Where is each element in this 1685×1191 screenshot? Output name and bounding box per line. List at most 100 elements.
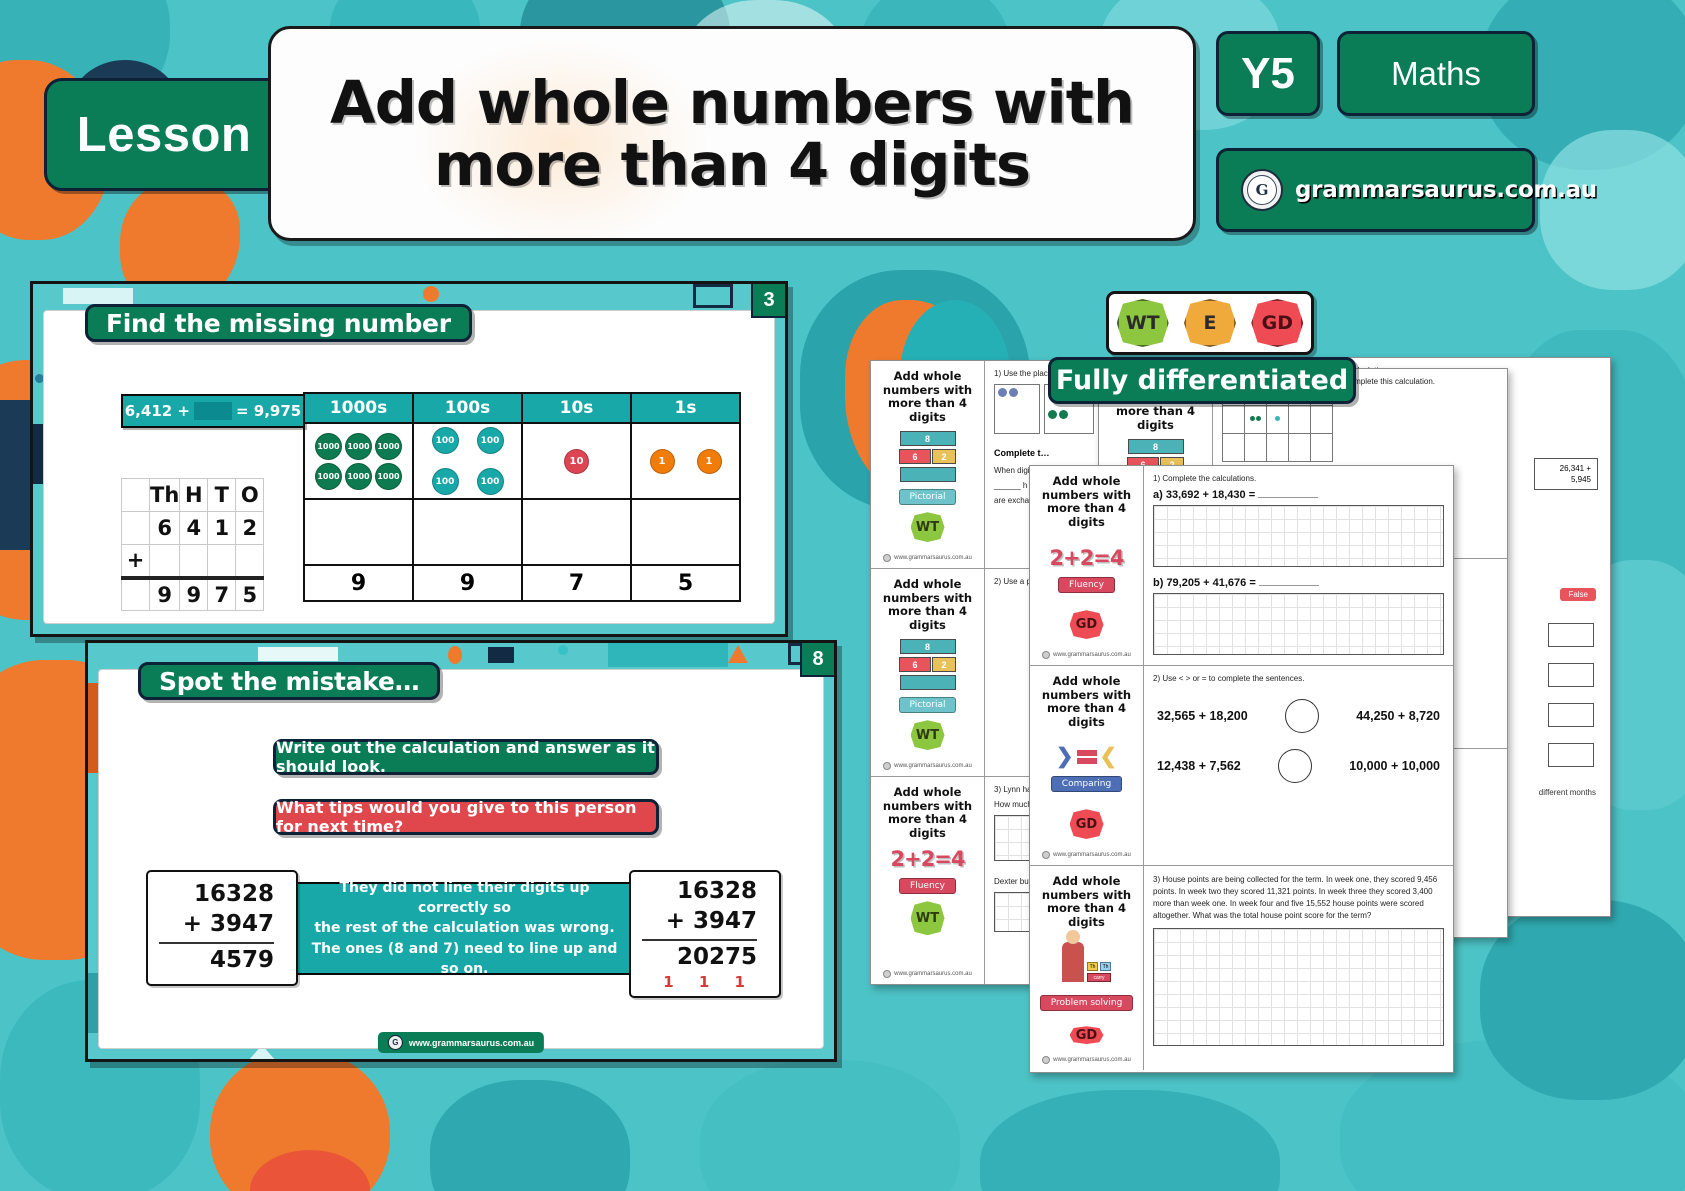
sheetD-left-comparing: Add whole numbers with more than 4 digit… (1030, 666, 1144, 865)
sheetD-footer-1: www.grammarsaurus.com.au (1042, 646, 1131, 659)
calc-b: b) 79,205 + 41,676 = (1153, 577, 1444, 589)
cell (1310, 405, 1333, 434)
table-row (1222, 433, 1333, 462)
stamp-gd: GD (1069, 809, 1104, 839)
bar-bottom (899, 467, 956, 483)
tag-fluency: Fluency (899, 878, 956, 895)
slide8-footer-brand: G www.grammarsaurus.com.au (377, 1032, 545, 1053)
year-badge: Y5 (1216, 31, 1320, 116)
compare-blank-2[interactable] (1278, 749, 1313, 783)
sheetA-answer-box[interactable] (1548, 703, 1594, 727)
thinking-character-icon: Th Th carry (1062, 930, 1111, 983)
badge-e: E (1183, 299, 1236, 347)
sheetA-answer-box[interactable] (1548, 663, 1594, 687)
stamp-gd: GD (1069, 610, 1104, 639)
comparing-question: 2) Use < > or = to complete the sentence… (1153, 674, 1305, 683)
cell (1310, 433, 1333, 462)
counter-1000: 1000 (315, 432, 342, 460)
cell (521, 498, 632, 566)
wrong-calc-result: 4579 (209, 947, 274, 974)
slide3-number: 3 (751, 284, 785, 318)
counter-10: 10 (564, 448, 589, 474)
equation-right: = 9,975 (236, 402, 302, 420)
calc-b-blank[interactable] (1258, 585, 1319, 586)
subject-badge: Maths (1337, 31, 1535, 116)
stamp-wt: WT (910, 512, 945, 542)
slide8-title-text: Spot the mistake… (159, 666, 420, 696)
cell (121, 577, 150, 611)
table-row (1222, 405, 1333, 434)
cell (1288, 433, 1311, 462)
cell: 5 (630, 564, 741, 602)
logo-letter: G (1247, 175, 1277, 205)
compare-pair-1: 32,565 + 18,200 44,250 + 8,720 (1157, 699, 1440, 733)
sheetC-footer: www.grammarsaurus.com.au (883, 549, 972, 562)
footer-url: www.grammarsaurus.com.au (894, 763, 972, 769)
place-value-chart: 1000s 100s 10s 1s 1000 1000 1000 1000 10… (303, 392, 741, 602)
calc-a: a) 33,692 + 18,430 = (1153, 489, 1444, 501)
cell: Th (148, 478, 181, 512)
grammarsaurus-logo-icon (1042, 851, 1051, 859)
comparison-symbols-icon: ❯ ❮ (1055, 745, 1118, 769)
cell: 4 (179, 511, 209, 545)
calc-b-text: b) 79,205 + 41,676 = (1153, 577, 1256, 589)
problem-solving-workspace[interactable] (1153, 928, 1444, 1046)
bar-left: 6 (899, 657, 931, 673)
missing-number-equation: 6,412 + = 9,975 (121, 394, 305, 428)
explanation-line-3: The ones (8 and 7) need to line up and s… (311, 940, 618, 977)
sheetC-footer-3: www.grammarsaurus.com.au (883, 965, 972, 978)
cell: 7 (207, 577, 237, 611)
sheetC-left-panel: Add whole numbers with more than 4 digit… (871, 361, 985, 568)
compare-blank-1[interactable] (1284, 699, 1319, 733)
counter-cell (994, 384, 1040, 434)
counters-ones: 1 1 (630, 422, 741, 500)
sheetC-left-panel-3: Add whole numbers with more than 4 digit… (871, 777, 985, 984)
sheetA-false-tag: False (1560, 588, 1596, 601)
cell (1222, 433, 1245, 462)
footer-url: www.grammarsaurus.com.au (408, 1037, 535, 1048)
bar-right: 2 (932, 657, 956, 673)
compare-left-2: 12,438 + 7,562 (1157, 759, 1241, 773)
worksheet-row-fluency: Add whole numbers with more than 4 digit… (1030, 466, 1453, 666)
calc-a-workspace[interactable] (1153, 505, 1444, 567)
column-addition-grid: Th H T O 6 4 1 2 + 9 9 7 5 (121, 478, 265, 611)
fully-differentiated-banner: Fully differentiated (1048, 357, 1356, 404)
grammarsaurus-logo-icon (1042, 651, 1051, 659)
cell: 9 (148, 577, 181, 611)
table-row: 6 4 1 2 (121, 511, 265, 545)
page-title: Add whole numbers with more than 4 digit… (330, 72, 1135, 195)
column-header: 100s (412, 392, 523, 424)
calc-b-workspace[interactable] (1153, 593, 1444, 655)
worksheet-title: Add whole numbers with more than 4 digit… (882, 577, 973, 632)
column-header: 1s (630, 392, 741, 424)
footer-url: www.grammarsaurus.com.au (1053, 1057, 1131, 1063)
bar-right: 2 (932, 449, 956, 465)
title-card: Add whole numbers with more than 4 digit… (268, 26, 1196, 241)
prompt-write-calculation: Write out the calculation and answer as … (273, 738, 659, 776)
table-row-empty (303, 498, 741, 566)
cell (630, 498, 741, 566)
explanation-line-1: They did not line their digits up correc… (339, 879, 590, 917)
sheetA-answer-box[interactable] (1548, 623, 1594, 647)
wrong-calc-top: 16328 (193, 881, 274, 908)
cell (1288, 405, 1311, 434)
counter-1000: 1000 (375, 432, 402, 460)
cell (1266, 433, 1289, 462)
cell: 9 (179, 577, 209, 611)
bar-model-icon: 8 6 2 (899, 639, 956, 691)
sheetD-footer-2: www.grammarsaurus.com.au (1042, 846, 1131, 859)
bar-top: 8 (899, 431, 956, 447)
calc-a-blank[interactable] (1258, 497, 1319, 498)
bar-model-icon: 8 6 2 (899, 431, 956, 483)
cell: 2 (235, 511, 265, 545)
cell: 9 (412, 564, 523, 602)
cell: 5 (235, 577, 265, 611)
sheetA-answer-box[interactable] (1548, 743, 1594, 767)
compare-right-1: 44,250 + 8,720 (1356, 709, 1440, 723)
counter-100: 100 (476, 427, 504, 454)
worksheet-sheet-d[interactable]: Add whole numbers with more than 4 digit… (1029, 465, 1454, 1073)
slide-spot-the-mistake[interactable]: 8 Spot the mistake… Write out the calcul… (85, 640, 837, 1062)
lesson-label: Lesson 1 (76, 107, 294, 162)
table-row: 9 9 7 5 (121, 577, 265, 611)
cell (412, 498, 523, 566)
